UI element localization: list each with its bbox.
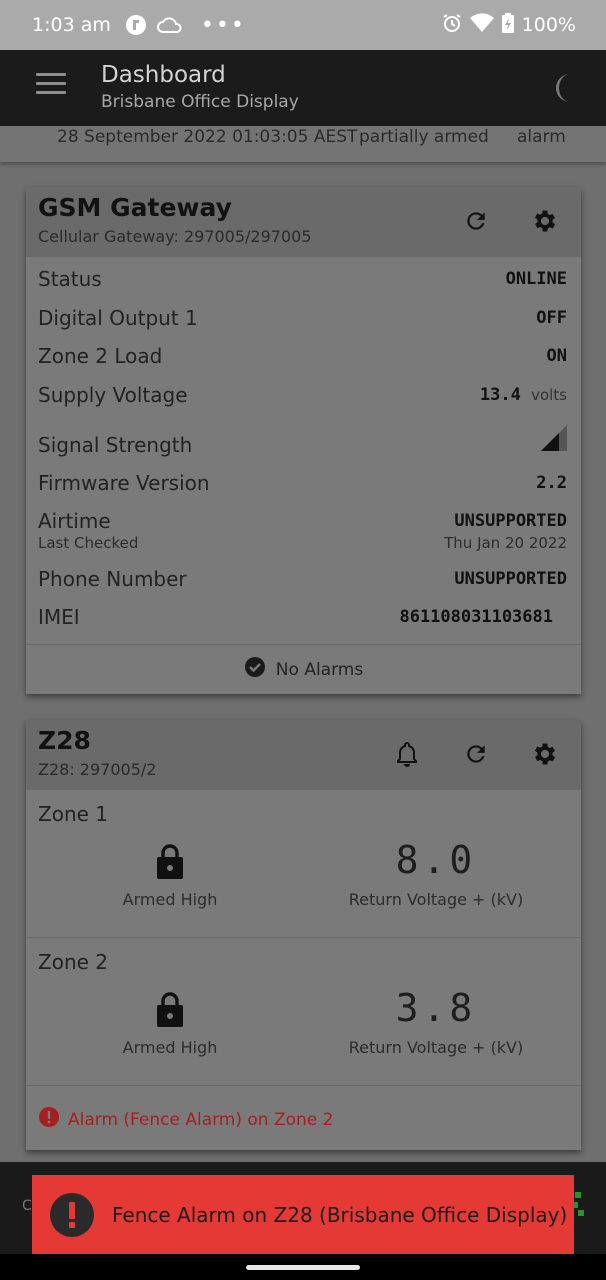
card-title: GSM Gateway (38, 193, 232, 222)
alarm-state: alarm (517, 127, 566, 147)
return-voltage-label: Return Voltage + (kV) (348, 890, 524, 909)
row-airtime: Airtime UNSUPPORTED Last Checked Thu Jan… (38, 509, 567, 557)
row-label: Phone Number (38, 567, 187, 591)
alarm-toast[interactable]: Fence Alarm on Z28 (Brisbane Office Disp… (32, 1175, 574, 1254)
more-notifications-icon: ••• (200, 12, 246, 38)
row-zone2-load: Zone 2 Load ON (38, 344, 567, 374)
row-status: Status ONLINE (38, 267, 567, 297)
row-signal-strength: Signal Strength (38, 425, 567, 463)
home-gesture-handle[interactable] (246, 1265, 360, 1270)
row-value: OFF (536, 308, 567, 328)
status-bar: 1:03 am ••• 100% (0, 0, 606, 50)
card-subtitle: Cellular Gateway: 297005/297005 (38, 227, 312, 246)
system-status-bar: 28 September 2022 01:03:05 AEST partiall… (0, 126, 606, 162)
arm-state: partially armed (359, 127, 489, 147)
row-label: Status (38, 267, 102, 291)
row-firmware: Firmware Version 2.2 (38, 471, 567, 501)
card-subtitle: Z28: 297005/2 (38, 760, 157, 779)
card-title: Z28 (38, 726, 91, 755)
app-notification-icon (125, 14, 147, 36)
battery-percent: 100% (521, 14, 576, 36)
alarm-text: Alarm (Fence Alarm) on Zone 2 (68, 1109, 334, 1130)
zone-alarm-message[interactable]: Alarm (Fence Alarm) on Zone 2 (38, 1106, 333, 1133)
page-subtitle: Brisbane Office Display (101, 92, 299, 112)
return-voltage: 3.8 (395, 986, 477, 1030)
row-value: 2.2 (536, 473, 567, 493)
wifi-icon (469, 12, 494, 38)
row-supply-voltage: Supply Voltage 13.4 volts (38, 383, 567, 413)
row-label: Airtime (38, 509, 111, 533)
gear-icon[interactable] (529, 738, 561, 770)
app-bar: Dashboard Brisbane Office Display (0, 50, 606, 126)
system-navigation-bar (0, 1254, 606, 1280)
page-title: Dashboard (101, 62, 226, 88)
row-label: Zone 2 Load (38, 344, 163, 368)
row-value: ON (546, 346, 567, 366)
status-datetime: 28 September 2022 01:03:05 AEST (57, 127, 358, 147)
bell-icon[interactable] (391, 738, 423, 770)
row-phone: Phone Number UNSUPPORTED (38, 567, 567, 597)
zone-panel[interactable]: Zone 2 Armed High 3.8 Return Voltage + (… (26, 938, 581, 1086)
toast-message: Fence Alarm on Z28 (Brisbane Office Disp… (112, 1202, 568, 1227)
row-value: ONLINE (505, 269, 567, 289)
check-circle-icon (244, 656, 266, 683)
alarm-clock-icon (442, 13, 462, 38)
lock-icon (155, 990, 185, 1032)
signal-icon (541, 425, 567, 456)
row-sublabel: Last Checked (38, 534, 139, 552)
row-label: Firmware Version (38, 471, 210, 495)
row-value: 13.4 volts (480, 385, 567, 405)
voltage-unit: volts (531, 386, 567, 404)
gateway-card: GSM Gateway Cellular Gateway: 297005/297… (26, 187, 581, 694)
zone-label: Zone 2 (38, 950, 108, 974)
return-voltage: 8.0 (395, 838, 477, 882)
row-value: UNSUPPORTED (454, 569, 567, 589)
return-voltage-label: Return Voltage + (kV) (348, 1038, 524, 1057)
alert-circle-icon (50, 1192, 94, 1237)
row-label: Signal Strength (38, 433, 193, 457)
bottom-nav-partial-text: C (22, 1198, 32, 1214)
row-label: IMEI (38, 605, 80, 629)
zone-label: Zone 1 (38, 802, 108, 826)
battery-icon (501, 12, 514, 38)
row-subvalue: Thu Jan 20 2022 (444, 534, 567, 552)
z28-card: Z28 Z28: 297005/2 Zone 1 Armed High 8.0 … (26, 720, 581, 1150)
gateway-card-header: GSM Gateway Cellular Gateway: 297005/297… (26, 187, 581, 257)
status-time: 1:03 am (32, 14, 111, 36)
gear-icon[interactable] (529, 205, 561, 237)
row-value: UNSUPPORTED (454, 511, 567, 531)
refresh-icon[interactable] (460, 205, 492, 237)
arm-label: Armed High (122, 1038, 218, 1057)
alarm-summary: No Alarms (26, 644, 581, 694)
row-label: Digital Output 1 (38, 306, 198, 330)
row-value: 861108031103681 (399, 607, 553, 627)
alert-circle-icon (38, 1106, 60, 1133)
row-label: Supply Voltage (38, 383, 188, 407)
zone-panel[interactable]: Zone 1 Armed High 8.0 Return Voltage + (… (26, 790, 581, 938)
z28-card-header: Z28 Z28: 297005/2 (26, 720, 581, 790)
voltage-number: 13.4 (479, 385, 521, 405)
no-alarms-text: No Alarms (275, 659, 364, 680)
row-digital-output: Digital Output 1 OFF (38, 306, 567, 336)
arm-label: Armed High (122, 890, 218, 909)
cloud-icon (156, 16, 183, 34)
row-imei: IMEI 861108031103681 (38, 605, 553, 635)
menu-icon[interactable] (36, 73, 66, 97)
lock-icon (155, 842, 185, 884)
refresh-icon[interactable] (460, 738, 492, 770)
moon-icon[interactable] (552, 72, 580, 108)
